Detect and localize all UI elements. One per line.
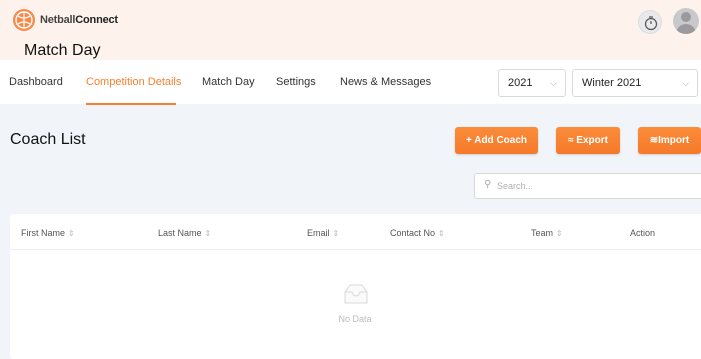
page-heading: Match Day [24,42,101,59]
brand-part-1: Netball [40,14,76,26]
column-header-first-name[interactable]: First Name ⇕ [21,228,75,238]
nav-item-settings[interactable]: Settings [276,76,316,88]
empty-state-text: No Data [338,314,372,324]
column-header-contact-no[interactable]: Contact No ⇕ [390,228,445,238]
column-header-last-name[interactable]: Last Name ⇕ [158,228,211,238]
column-label: Contact No [390,228,436,238]
sort-icon: ⇕ [204,229,212,238]
avatar-head [681,12,691,22]
brand-part-2: Connect [75,14,118,26]
netball-logo-icon[interactable] [13,9,35,31]
table-header-divider [10,249,701,250]
sort-icon: ⇕ [556,229,563,238]
sort-icon: ⇕ [332,229,340,238]
export-button[interactable]: ≈ Export [556,127,620,154]
inbox-empty-icon [340,282,372,311]
add-coach-button[interactable]: + Add Coach [455,127,538,154]
export-label: Export [576,135,608,146]
column-header-action: Action [630,228,656,238]
column-label: Last Name [158,228,202,238]
nav-item-competition-details[interactable]: Competition Details [86,76,181,88]
brand-name[interactable]: NetballConnect [40,14,118,26]
nav-item-match-day[interactable]: Match Day [202,76,255,88]
year-select[interactable]: 2021 ⌵ [498,69,566,97]
column-label: Email [307,228,330,238]
column-header-email[interactable]: Email ⇕ [307,228,339,238]
import-label: Import [658,135,690,146]
import-icon: ≋ [649,135,659,146]
active-tab-indicator [86,103,176,105]
chevron-down-icon: ⌵ [682,78,689,88]
stopwatch-icon[interactable] [638,10,662,34]
competition-select[interactable]: Winter 2021 ⌵ [572,69,698,97]
coach-table: First Name ⇕ Last Name ⇕ Email ⇕ Contact No… [10,214,701,359]
chevron-down-icon: ⌵ [550,78,557,88]
search-input[interactable]: ⚲ Search... [474,173,701,199]
column-header-team[interactable]: Team ⇕ [531,228,563,238]
sort-icon: ⇕ [438,229,445,238]
export-icon: ≈ [568,135,574,146]
year-select-value: 2021 [508,77,533,89]
page-title: Coach List [10,131,86,148]
avatar-body [676,24,696,34]
competition-select-value: Winter 2021 [582,77,642,89]
nav-item-dashboard[interactable]: Dashboard [9,76,63,88]
search-placeholder: Search... [497,181,534,191]
app-header: NetballConnect Match Day [0,0,701,60]
import-button[interactable]: ≋Import [638,127,701,154]
column-label: First Name [21,228,66,238]
column-label: Team [531,228,554,238]
search-icon: ⚲ [484,179,492,190]
user-avatar-icon[interactable] [673,8,699,34]
sort-icon: ⇕ [68,229,75,238]
nav-item-news-messages[interactable]: News & Messages [340,76,431,88]
